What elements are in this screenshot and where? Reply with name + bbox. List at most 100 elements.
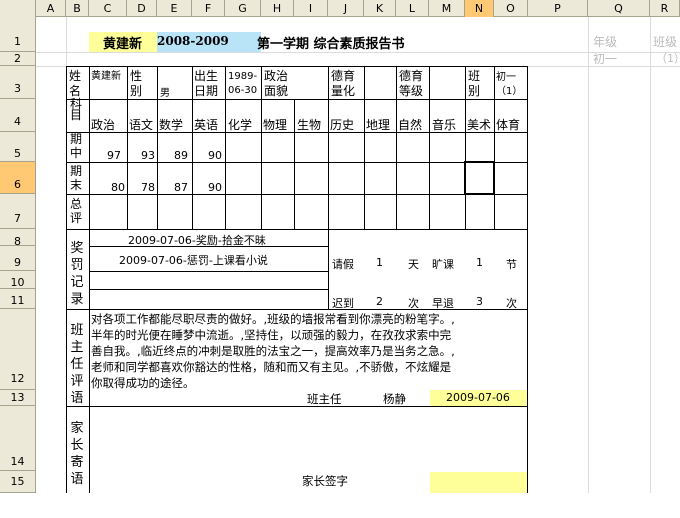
column-header-bar: A B C D E F G H I J K L M N O P Q R xyxy=(0,0,680,17)
col-header-i[interactable]: I xyxy=(294,0,328,17)
row-header-8[interactable]: 8 xyxy=(0,229,36,248)
col-header-a[interactable]: A xyxy=(36,0,66,17)
subjects-label: 科目 xyxy=(70,97,83,122)
col-header-g[interactable]: G xyxy=(225,0,261,17)
final-math[interactable]: 87 xyxy=(174,181,188,194)
class-label: 班别 xyxy=(468,69,481,98)
subject-chinese: 语文 xyxy=(129,118,154,132)
subject-pe: 体育 xyxy=(496,118,521,132)
parent-message-label: 家长寄语 xyxy=(70,421,84,487)
comment-line-3[interactable]: 善自我。,临近终点的冲刺是取胜的法宝之一，提高效率乃是当务之急。, xyxy=(91,343,455,359)
subject-music: 音乐 xyxy=(432,118,457,132)
gridline xyxy=(650,17,651,493)
col-header-k[interactable]: K xyxy=(364,0,396,17)
subject-chemistry: 化学 xyxy=(228,118,253,132)
col-header-j[interactable]: J xyxy=(328,0,364,17)
row-header-14[interactable]: 14 xyxy=(0,406,36,471)
row-header-6[interactable]: 6 xyxy=(0,162,36,194)
col-header-h[interactable]: H xyxy=(261,0,294,17)
birth-value[interactable]: 1989-06-30 xyxy=(228,70,260,98)
name-label: 姓名 xyxy=(69,69,82,98)
late-count[interactable]: 2 xyxy=(376,295,383,308)
select-all-corner[interactable] xyxy=(0,0,36,17)
comment-date[interactable]: 2009-07-06 xyxy=(446,391,510,404)
leave-label: 请假 xyxy=(332,258,354,271)
col-header-b[interactable]: B xyxy=(66,0,89,17)
parent-sign-label: 家长签字 xyxy=(302,474,348,488)
grade-label: 年级 xyxy=(593,35,618,49)
teacher-name[interactable]: 杨静 xyxy=(383,391,406,407)
selected-cell-n6[interactable] xyxy=(464,161,495,195)
row-header-5[interactable]: 5 xyxy=(0,132,36,162)
subject-art: 美术 xyxy=(467,118,492,132)
class-value[interactable]: 初一（1） xyxy=(496,71,526,99)
col-header-l[interactable]: L xyxy=(396,0,429,17)
col-header-p[interactable]: P xyxy=(528,0,588,17)
subject-english: 英语 xyxy=(194,118,219,132)
grade-value: 初一 xyxy=(593,52,618,66)
row-header-4[interactable]: 4 xyxy=(0,99,36,132)
reward-item-1[interactable]: 2009-07-06-奖励-拾金不昧 xyxy=(128,232,266,248)
midterm-label: 期中 xyxy=(70,132,83,160)
title-text: 第一学期 综合素质报告书 xyxy=(257,37,405,52)
row-header-10[interactable]: 10 xyxy=(0,271,36,289)
moral-quant-label: 德育量化 xyxy=(331,69,356,98)
subject-politics: 政治 xyxy=(91,118,116,132)
comment-line-5[interactable]: 你取得成功的途径。 xyxy=(91,375,195,391)
parent-date-highlight[interactable] xyxy=(430,472,527,493)
col-header-q[interactable]: Q xyxy=(588,0,650,17)
skip-count[interactable]: 1 xyxy=(476,256,483,269)
col-header-m[interactable]: M xyxy=(429,0,465,17)
row-header-3[interactable]: 3 xyxy=(0,66,36,99)
gridline xyxy=(588,17,589,493)
reward-item-2[interactable]: 2009-07-06-惩罚-上课看小说 xyxy=(119,252,268,268)
subject-physics: 物理 xyxy=(263,118,288,132)
leave-unit: 天 xyxy=(408,258,419,271)
title-student-name: 黄建新 xyxy=(103,37,143,52)
row-header-15[interactable]: 15 xyxy=(0,471,36,493)
title-year: 2008-2009 xyxy=(157,34,229,48)
final-politics[interactable]: 80 xyxy=(111,181,125,194)
col-header-o[interactable]: O xyxy=(494,0,528,17)
skip-unit: 节 xyxy=(506,258,517,271)
subject-biology: 生物 xyxy=(297,118,322,132)
row-header-1[interactable]: 1 xyxy=(0,17,36,52)
birth-label: 出生日期 xyxy=(194,69,219,98)
comment-line-4[interactable]: 老师和同学都喜欢你豁达的性格，随和而又有主见。,不骄傲，不炫耀是 xyxy=(91,359,451,375)
subject-math: 数学 xyxy=(159,118,184,132)
midterm-math[interactable]: 89 xyxy=(174,149,188,162)
total-label: 总评 xyxy=(70,197,83,225)
politics-label: 政治面貌 xyxy=(264,69,289,98)
midterm-chinese[interactable]: 93 xyxy=(141,149,155,162)
teacher-comment-label: 班主任评语 xyxy=(70,323,84,406)
comment-line-1[interactable]: 对各项工作都能尽职尽责的做好。,班级的墙报常看到你漂亮的粉笔字。, xyxy=(91,311,455,327)
row-header-11[interactable]: 11 xyxy=(0,289,36,309)
midterm-politics[interactable]: 97 xyxy=(107,149,121,162)
col-header-c[interactable]: C xyxy=(89,0,127,17)
leave-count[interactable]: 1 xyxy=(376,256,383,269)
row-header-13[interactable]: 13 xyxy=(0,390,36,406)
col-header-r[interactable]: R xyxy=(650,0,680,17)
col-header-n[interactable]: N xyxy=(465,0,494,17)
subject-geography: 地理 xyxy=(366,118,391,132)
skip-label: 旷课 xyxy=(432,258,454,271)
final-english[interactable]: 90 xyxy=(208,181,222,194)
name-value[interactable]: 黄建新 xyxy=(91,70,125,84)
col-header-e[interactable]: E xyxy=(157,0,192,17)
col-header-d[interactable]: D xyxy=(127,0,157,17)
sex-value[interactable]: 男 xyxy=(160,84,170,99)
midterm-english[interactable]: 90 xyxy=(208,149,222,162)
row-header-12[interactable]: 12 xyxy=(0,309,36,390)
early-label: 早退 xyxy=(432,297,454,310)
col-header-f[interactable]: F xyxy=(192,0,225,17)
comment-line-2[interactable]: 半年的时光便在睡梦中流逝。,坚持住，以顽强的毅力，在孜孜求索中完 xyxy=(91,327,451,343)
final-label: 期末 xyxy=(70,164,83,192)
gridline xyxy=(36,52,680,53)
late-unit: 次 xyxy=(408,297,419,310)
row-header-2[interactable]: 2 xyxy=(0,52,36,66)
row-header-9[interactable]: 9 xyxy=(0,246,36,271)
early-count[interactable]: 3 xyxy=(476,295,483,308)
teacher-sign-label: 班主任 xyxy=(307,392,342,406)
final-chinese[interactable]: 78 xyxy=(141,181,155,194)
row-header-7[interactable]: 7 xyxy=(0,194,36,229)
